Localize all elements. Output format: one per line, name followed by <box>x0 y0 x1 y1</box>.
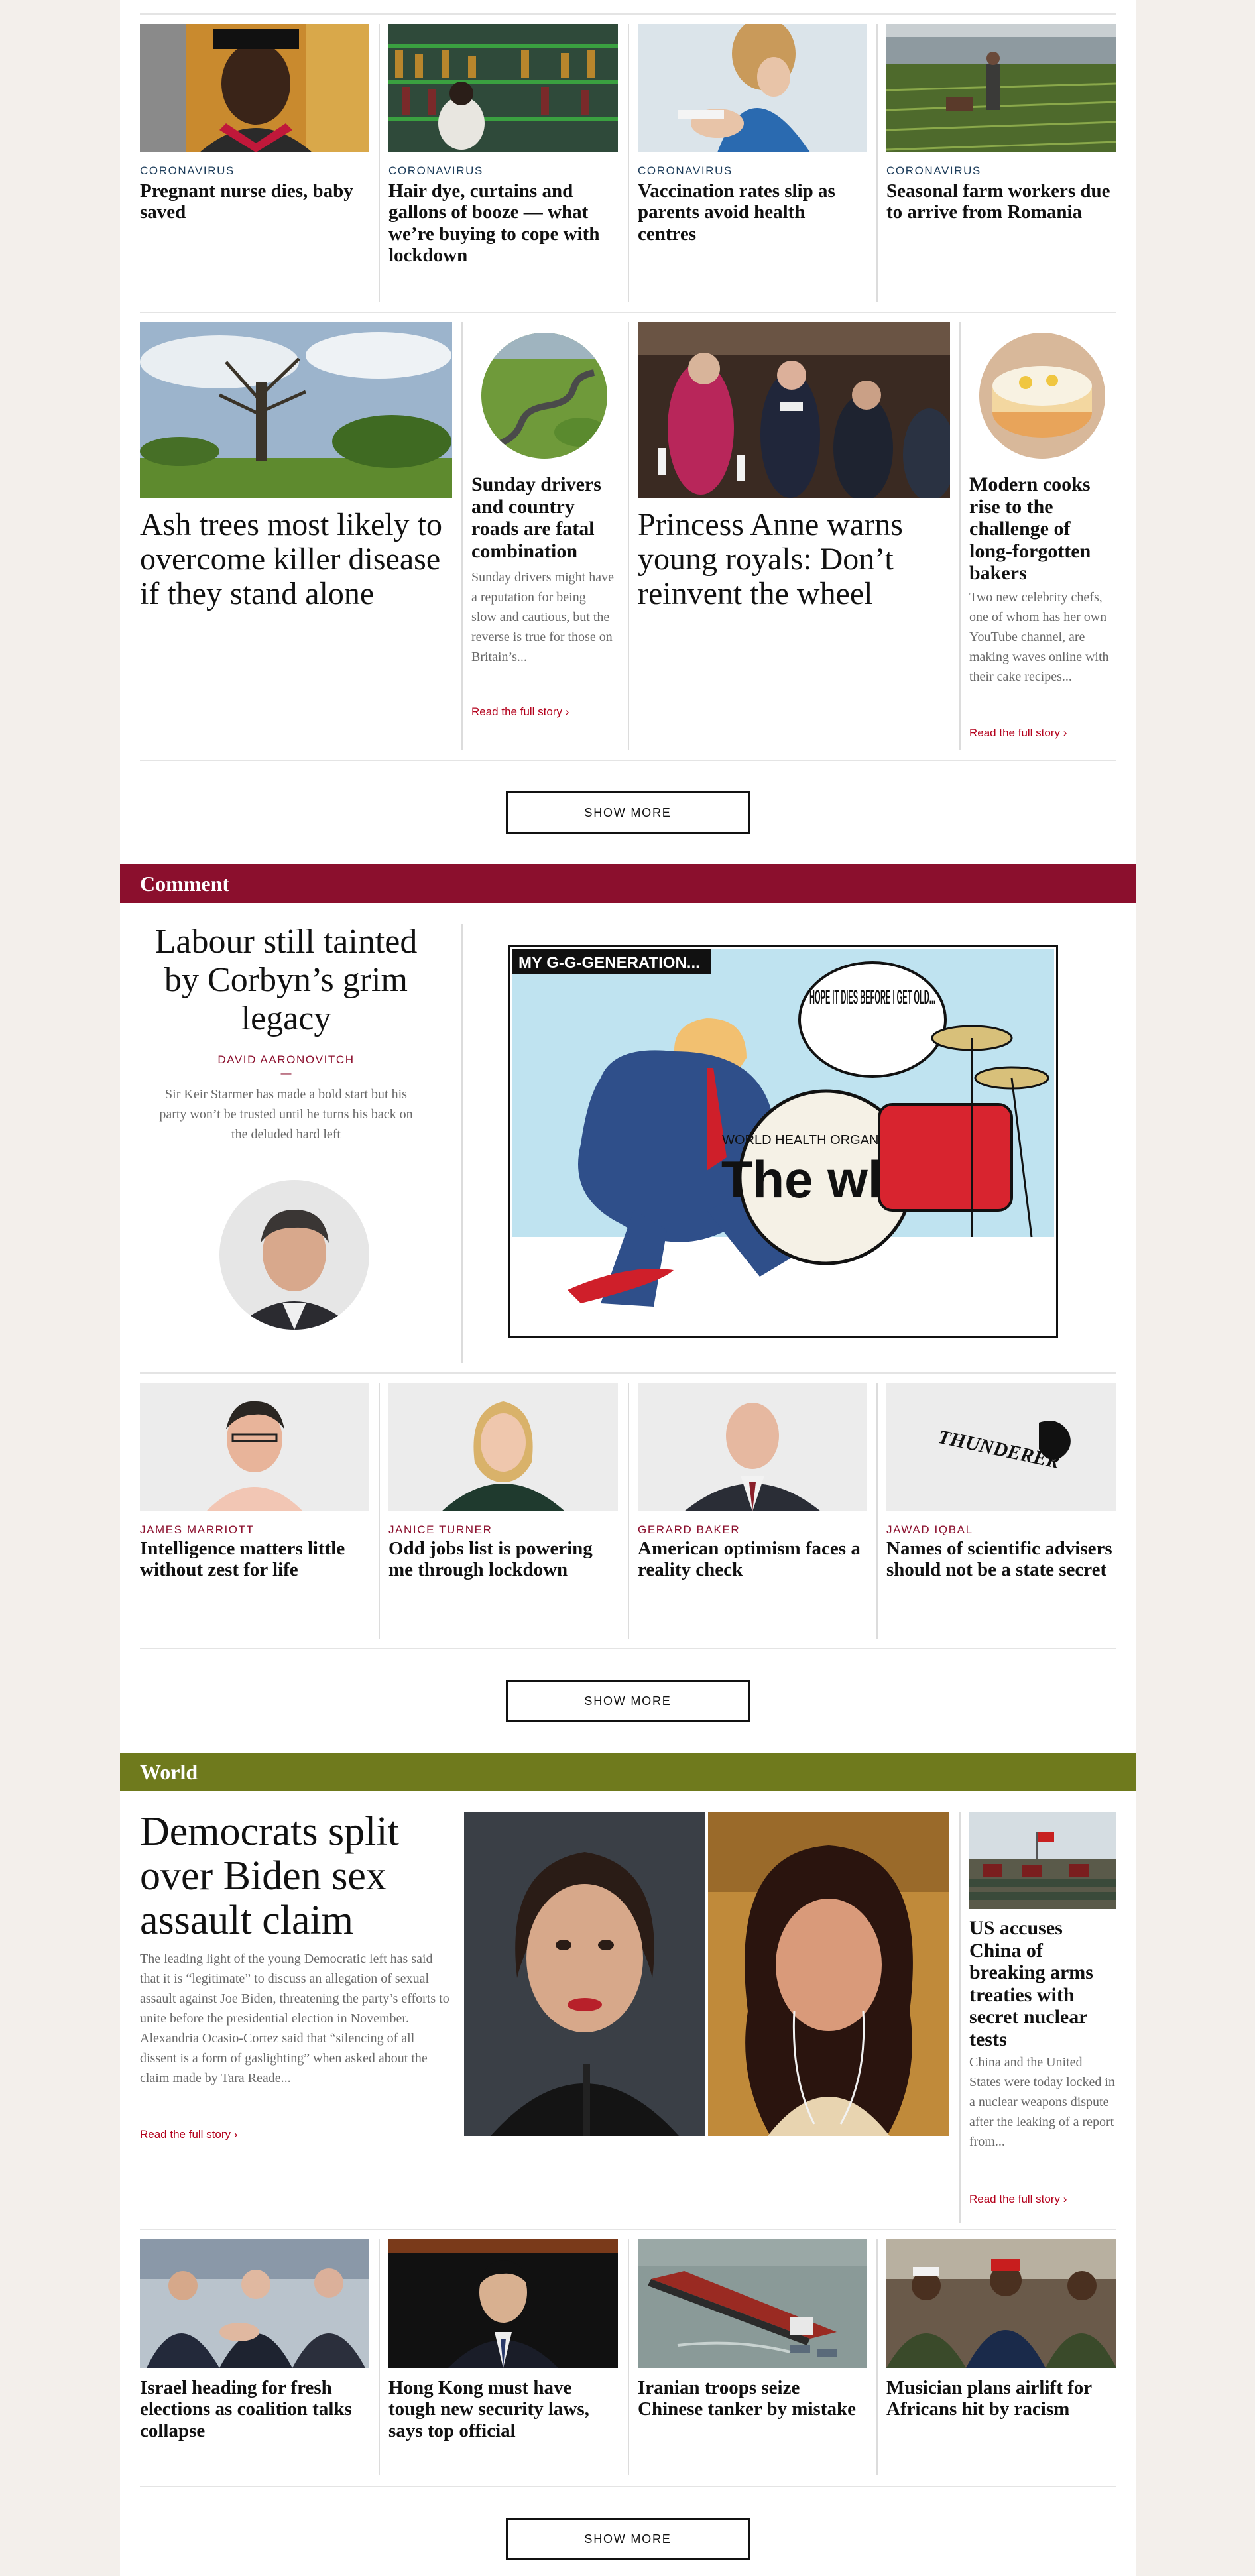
author-dash: — <box>280 1068 292 1079</box>
show-more-button[interactable]: SHOW MORE <box>506 2518 750 2560</box>
blurb-sunday-drivers: Sunday drivers might have a reputation f… <box>471 570 614 664</box>
page-content: CORONAVIRUS Pregnant nurse dies, baby sa… <box>120 0 1136 2576</box>
column-divider <box>628 2239 629 2475</box>
author-name[interactable]: GERARD BAKER <box>638 1523 740 1537</box>
speech-bubble-text: HOPE IT DIES BEFORE I GET OLD... <box>809 986 935 1008</box>
row-divider <box>140 1648 1116 1649</box>
standfirst: Sir Keir Starmer has made a bold start b… <box>159 1087 413 1142</box>
read-full-story-link[interactable]: Read the full story › <box>471 705 569 719</box>
image-ash-trees[interactable] <box>140 322 452 498</box>
author-name[interactable]: JANICE TURNER <box>388 1523 493 1537</box>
show-more-button[interactable]: SHOW MORE <box>506 1680 750 1722</box>
headline-hong-kong-laws[interactable]: Hong Kong must have tough new security l… <box>388 2377 618 2441</box>
kicker: CORONAVIRUS <box>140 164 235 177</box>
read-full-story-link[interactable]: Read the full story › <box>969 727 1067 740</box>
image-country-road[interactable] <box>481 333 607 459</box>
image-pregnant-nurse[interactable] <box>140 24 369 152</box>
image-musician[interactable] <box>886 2239 1116 2368</box>
image-janice-turner[interactable] <box>388 1383 618 1511</box>
speech-bubble: HOPE IT DIES BEFORE I GET OLD... <box>809 986 935 1008</box>
column-divider <box>628 24 629 302</box>
cartoon-my-generation[interactable]: MY G-G-GENERATION... HOPE IT DIES BEFORE… <box>508 945 1058 1338</box>
headline-pregnant-nurse[interactable]: Pregnant nurse dies, baby saved <box>140 180 369 223</box>
column-divider <box>876 1383 878 1639</box>
author-name[interactable]: DAVID AARONOVITCH <box>140 1053 432 1067</box>
headline-labour-tainted[interactable]: Labour still tainted by Corbyn’s grim le… <box>140 923 432 1039</box>
headline-democrats-split[interactable]: Democrats split over Biden sex assault c… <box>140 1810 452 1943</box>
headline-musician-airlift[interactable]: Musician plans airlift for Africans hit … <box>886 2377 1116 2420</box>
column-divider <box>461 322 463 750</box>
column-divider <box>628 1383 629 1639</box>
section-header-comment[interactable]: Comment <box>120 864 1136 903</box>
column-divider <box>461 924 463 1363</box>
headline-sunday-drivers[interactable]: Sunday drivers and country roads are fat… <box>471 473 614 562</box>
headline-ash-trees[interactable]: Ash trees most likely to overcome killer… <box>140 507 452 611</box>
kicker: CORONAVIRUS <box>638 164 733 177</box>
row-divider <box>140 2486 1116 2487</box>
image-thunderer-logo[interactable]: THUNDERER <box>886 1383 1116 1511</box>
kicker: CORONAVIRUS <box>886 164 981 177</box>
read-full-story-link[interactable]: Read the full story › <box>140 2128 237 2141</box>
show-more-button[interactable]: SHOW MORE <box>506 791 750 834</box>
row-divider <box>140 312 1116 313</box>
headline-hair-dye[interactable]: Hair dye, curtains and gallons of booze … <box>388 180 618 266</box>
headline-american-optimism[interactable]: American optimism faces a reality check <box>638 1538 867 1581</box>
avatar-david-aaronovitch[interactable] <box>219 1180 369 1330</box>
column-divider <box>379 1383 380 1639</box>
headline-princess-anne[interactable]: Princess Anne warns young royals: Don’t … <box>638 507 950 611</box>
top-divider <box>140 13 1116 15</box>
headline-intelligence-matters[interactable]: Intelligence matters little without zest… <box>140 1538 369 1581</box>
section-header-world[interactable]: World <box>120 1753 1136 1791</box>
image-vaccination[interactable] <box>638 24 867 152</box>
author-name[interactable]: JAMES MARRIOTT <box>140 1523 255 1537</box>
image-james-marriott[interactable] <box>140 1383 369 1511</box>
column-divider <box>876 2239 878 2475</box>
image-tanker[interactable] <box>638 2239 867 2368</box>
row-divider <box>140 760 1116 761</box>
image-hong-kong-official[interactable] <box>388 2239 618 2368</box>
headline-modern-cooks[interactable]: Modern cooks rise to the challenge of lo… <box>969 473 1112 585</box>
row-divider <box>140 2229 1116 2230</box>
author-name[interactable]: JAWAD IQBAL <box>886 1523 973 1537</box>
image-tara-reade[interactable] <box>708 1812 949 2136</box>
image-lemon-cake[interactable] <box>979 333 1105 459</box>
image-ocasio-cortez[interactable] <box>464 1812 705 2136</box>
image-farm-workers[interactable] <box>886 24 1116 152</box>
image-china-parade[interactable] <box>969 1812 1116 1909</box>
column-divider <box>628 322 629 750</box>
blurb-us-accuses-china: China and the United States were today l… <box>969 2055 1115 2149</box>
headline-iranian-tanker[interactable]: Iranian troops seize Chinese tanker by m… <box>638 2377 867 2420</box>
column-divider <box>379 24 380 302</box>
kicker: CORONAVIRUS <box>388 164 483 177</box>
image-princess-anne[interactable] <box>638 322 950 498</box>
row-divider <box>140 1372 1116 1374</box>
image-gerard-baker[interactable] <box>638 1383 867 1511</box>
cartoon-caption: MY G-G-GENERATION... <box>518 954 700 972</box>
headline-israel-elections[interactable]: Israel heading for fresh elections as co… <box>140 2377 369 2441</box>
image-israel-leaders[interactable] <box>140 2239 369 2368</box>
column-divider <box>959 322 961 750</box>
headline-farm-workers[interactable]: Seasonal farm workers due to arrive from… <box>886 180 1116 223</box>
headline-scientific-advisers[interactable]: Names of scientific advisers should not … <box>886 1538 1116 1581</box>
read-full-story-link[interactable]: Read the full story › <box>969 2193 1067 2206</box>
headline-odd-jobs[interactable]: Odd jobs list is powering me through loc… <box>388 1538 618 1581</box>
column-divider <box>959 1812 961 2223</box>
blurb-modern-cooks: Two new celebrity chefs, one of whom has… <box>969 590 1109 684</box>
headline-us-accuses-china[interactable]: US accuses China of breaking arms treati… <box>969 1917 1116 2051</box>
column-divider <box>379 2239 380 2475</box>
headline-vaccination[interactable]: Vaccination rates slip as parents avoid … <box>638 180 867 245</box>
image-shop-shelves[interactable] <box>388 24 618 152</box>
column-divider <box>876 24 878 302</box>
blurb-democrats-split: The leading light of the young Democrati… <box>140 1952 449 2085</box>
